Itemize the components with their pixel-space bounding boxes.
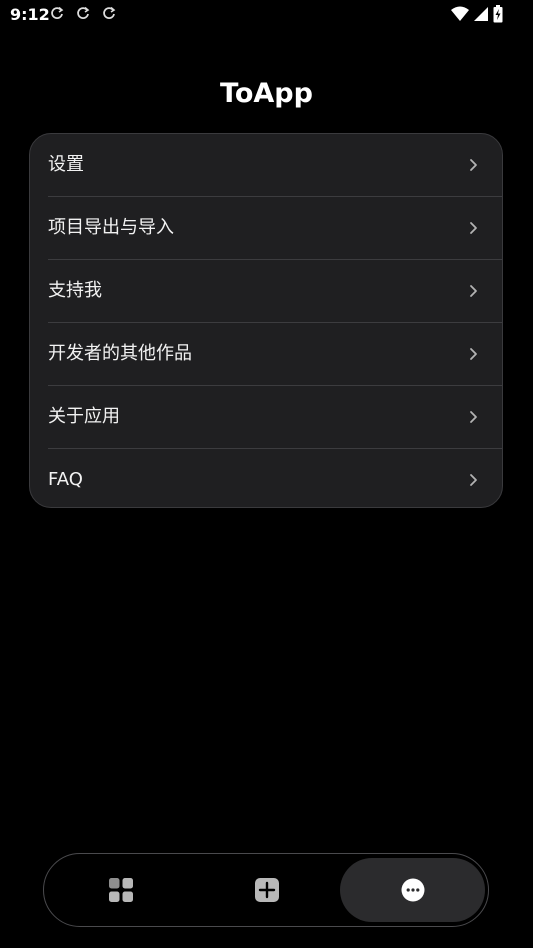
nav-projects-tab[interactable] <box>48 858 193 922</box>
sync-icon <box>51 6 64 19</box>
settings-menu-card: 设置 项目导出与导入 支持我 开发者的其他作品 关于应用 FAQ <box>29 133 503 508</box>
nav-more-tab[interactable] <box>340 858 485 922</box>
chevron-right-icon <box>470 159 477 171</box>
chevron-right-icon <box>470 348 477 360</box>
menu-item-support-me[interactable]: 支持我 <box>30 260 502 323</box>
more-chat-icon <box>401 878 424 902</box>
menu-item-faq[interactable]: FAQ <box>30 449 502 507</box>
chevron-right-icon <box>470 285 477 297</box>
chevron-right-icon <box>470 411 477 423</box>
add-square-icon <box>254 878 279 902</box>
cell-signal-icon <box>474 7 488 21</box>
status-time: 9:12 <box>10 5 50 24</box>
sync-icon <box>103 6 116 19</box>
menu-item-export-import[interactable]: 项目导出与导入 <box>30 197 502 260</box>
chevron-right-icon <box>470 222 477 234</box>
bottom-nav <box>43 853 489 927</box>
nav-add-tab[interactable] <box>194 858 339 922</box>
sync-icon <box>77 6 90 19</box>
apps-grid-icon <box>108 878 133 902</box>
menu-item-about[interactable]: 关于应用 <box>30 386 502 449</box>
menu-item-other-works[interactable]: 开发者的其他作品 <box>30 323 502 386</box>
status-bar: 9:12 <box>0 0 533 28</box>
page-title: ToApp <box>220 78 313 109</box>
battery-charging-icon <box>493 5 503 23</box>
menu-item-label: 开发者的其他作品 <box>48 343 192 364</box>
wifi-icon <box>451 6 469 21</box>
menu-item-settings[interactable]: 设置 <box>30 134 502 197</box>
menu-item-label: FAQ <box>48 469 83 490</box>
menu-item-label: 关于应用 <box>48 406 120 427</box>
chevron-right-icon <box>470 474 477 486</box>
menu-item-label: 支持我 <box>48 280 102 301</box>
menu-item-label: 设置 <box>48 154 84 175</box>
status-indicators <box>451 4 503 24</box>
menu-item-label: 项目导出与导入 <box>48 217 174 238</box>
